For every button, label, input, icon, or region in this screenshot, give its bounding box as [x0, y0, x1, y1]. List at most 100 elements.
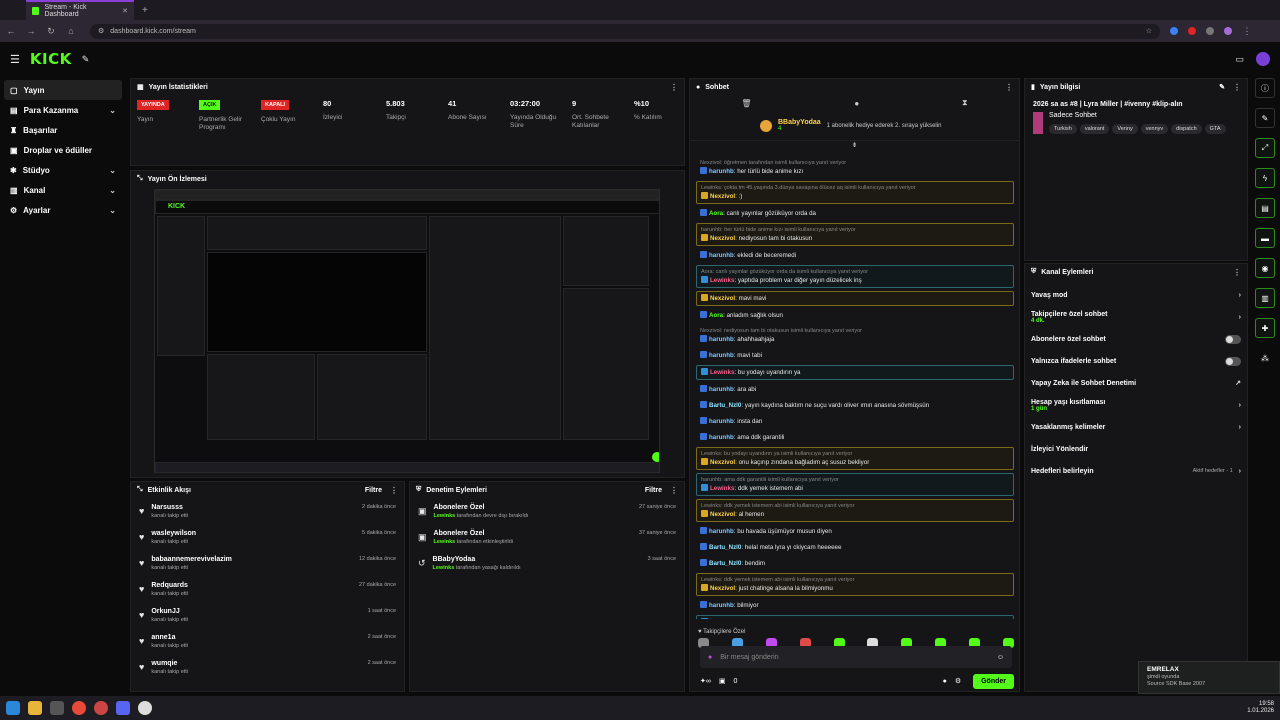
- chat-message[interactable]: harunhb: ama ddk garantili isimli kullan…: [696, 473, 1014, 496]
- chat-message[interactable]: Lewinks: bu yodayı uyandırın ya isimli k…: [696, 447, 1014, 470]
- browser-menu-icon[interactable]: ⋮: [1242, 26, 1252, 37]
- new-tab-icon[interactable]: +: [142, 5, 148, 16]
- channel-action-row[interactable]: Yalnızca ifadelerle sohbet: [1025, 350, 1247, 372]
- sidebar-item-para-kazanma[interactable]: ▤ Para Kazanma ⌄: [4, 100, 122, 120]
- chat-message[interactable]: harunhb: ama ddk garantili: [696, 431, 1014, 444]
- stream-preview-video[interactable]: KICK: [154, 189, 660, 473]
- stream-tag[interactable]: GTA: [1204, 124, 1226, 134]
- site-info-icon[interactable]: ⚙: [98, 27, 104, 35]
- chat-message[interactable]: Nexzivol: nediyosun tam bi otakusun isim…: [696, 325, 1014, 346]
- external-link-icon[interactable]: ↗: [1235, 379, 1241, 387]
- chat-username[interactable]: Lewinks: [710, 369, 734, 376]
- activity-row[interactable]: ♥ babaannemerevivelazim kanalı takip etti 1…: [131, 550, 404, 576]
- activity-username[interactable]: wumqie: [151, 660, 188, 667]
- collapse-pin-icon[interactable]: ⇟: [690, 141, 1019, 153]
- chat-username[interactable]: harunhb: [709, 418, 734, 425]
- channel-action-row[interactable]: Yapay Zeka ile Sohbet Denetimi ↗: [1025, 372, 1247, 394]
- broadcast-signal-icon[interactable]: ◉: [1255, 258, 1275, 278]
- sidebar-item-basarilar[interactable]: ♜ Başarılar: [4, 120, 122, 140]
- user-avatar[interactable]: [1256, 52, 1270, 66]
- chat-username[interactable]: Bartu_Nzl0: [709, 560, 741, 567]
- activity-username[interactable]: anne1a: [151, 634, 188, 641]
- extension-icon[interactable]: [1170, 27, 1178, 35]
- obs-icon[interactable]: [138, 701, 152, 715]
- moderator-name[interactable]: Lewinks: [434, 513, 456, 519]
- channel-action-row[interactable]: Yavaş mod ›: [1025, 284, 1247, 306]
- stream-tag[interactable]: Turkish: [1049, 124, 1077, 134]
- activity-username[interactable]: Narsusss: [151, 504, 188, 511]
- chat-message[interactable]: Nexzivol: mavi mavi: [696, 291, 1014, 306]
- layout-icon[interactable]: ▥: [1255, 288, 1275, 308]
- moderator-name[interactable]: Lewinks: [434, 539, 456, 545]
- address-bar[interactable]: ⚙ dashboard.kick.com/stream ☆: [90, 23, 1160, 39]
- bookmark-star-icon[interactable]: ☆: [1146, 27, 1152, 35]
- extension-icon[interactable]: [1188, 27, 1196, 35]
- hourglass-icon[interactable]: ⧗: [962, 98, 968, 108]
- chat-username[interactable]: harunhb: [709, 434, 734, 441]
- steam-notification[interactable]: EMRELAX şimdi oyunda Source SDK Base 200…: [1138, 661, 1280, 694]
- chat-bubble-icon[interactable]: ▬: [1255, 228, 1275, 248]
- chat-message[interactable]: Nexzivol: öğretmen tarafından isimli kul…: [696, 157, 1014, 178]
- chat-username[interactable]: harunhb: [709, 352, 734, 359]
- chat-reply-context[interactable]: Lewinks: çokta tm 45.yaşında 3.dünya sav…: [701, 184, 1009, 192]
- moderator-name[interactable]: Lewinks: [433, 565, 455, 571]
- chat-username[interactable]: harunhb: [709, 336, 734, 343]
- more-icon[interactable]: ⋮: [1233, 83, 1241, 92]
- sidebar-item-ayarlar[interactable]: ⚙ Ayarlar ⌄: [4, 200, 122, 220]
- chat-message[interactable]: Bartu_Nzl0: bendim: [696, 557, 1014, 570]
- document-icon[interactable]: ▤: [1255, 198, 1275, 218]
- edit-icon[interactable]: ✎: [1219, 83, 1225, 91]
- terminal-icon[interactable]: [50, 701, 64, 715]
- chat-message[interactable]: Aora: anladım sağlık olsun: [696, 309, 1014, 322]
- channel-action-row[interactable]: Abonelere özel sohbet: [1025, 328, 1247, 350]
- mic-icon[interactable]: ●: [708, 654, 712, 661]
- chat-username[interactable]: Lewinks: [710, 485, 734, 492]
- chat-reply-context[interactable]: Nexzivol: nediyosun tam bi otakusun isim…: [700, 327, 1010, 335]
- chevron-right-icon[interactable]: ›: [1239, 468, 1241, 475]
- kick-logo[interactable]: KICK: [30, 50, 72, 68]
- channel-action-row[interactable]: Hesap yaşı kısıtlaması 1 gün ›: [1025, 394, 1247, 416]
- chat-username[interactable]: harunhb: [709, 528, 734, 535]
- chat-username[interactable]: Aora: [709, 312, 723, 319]
- points-icon[interactable]: ✦∞: [700, 677, 711, 685]
- chat-username[interactable]: Bartu_Nzl0: [709, 544, 741, 551]
- fullscreen-icon[interactable]: ⤢: [1255, 138, 1275, 158]
- chat-reply-context[interactable]: Nexzivol: öğretmen tarafından isimli kul…: [700, 159, 1010, 167]
- discord-icon[interactable]: [116, 701, 130, 715]
- stream-tag[interactable]: Venny: [1112, 124, 1138, 134]
- dots-icon[interactable]: ⁂: [1255, 348, 1275, 368]
- toggle-switch[interactable]: [1225, 356, 1241, 366]
- more-icon[interactable]: ⋮: [670, 486, 678, 495]
- activity-username[interactable]: wasleywilson: [151, 530, 196, 537]
- chat-message[interactable]: Lewinks: ddk yemek istemem abi isimli ku…: [696, 499, 1014, 522]
- chat-reply-context[interactable]: Aora: canlı yayınlar gözüküyor orda da i…: [701, 268, 1009, 276]
- chevron-right-icon[interactable]: ›: [1239, 424, 1241, 431]
- chat-username[interactable]: Lewinks: [710, 277, 734, 284]
- back-icon[interactable]: ←: [6, 26, 16, 36]
- more-icon[interactable]: ⋮: [390, 486, 398, 495]
- hamburger-menu-icon[interactable]: ☰: [10, 53, 20, 66]
- chat-message[interactable]: harunhb: ara abi: [696, 383, 1014, 396]
- sidebar-item-droplar[interactable]: ▣ Droplar ve ödüller: [4, 140, 122, 160]
- chat-message[interactable]: Aora: canlı yayınlar gözüküyor orda da: [696, 207, 1014, 220]
- moderation-row[interactable]: ↺ BBabyYodaa Lewinks tarafından yasağı kal…: [410, 550, 684, 576]
- chat-reply-context[interactable]: Lewinks: ddk yemek istemem abi isimli ku…: [701, 502, 1009, 510]
- chrome-icon[interactable]: [72, 701, 86, 715]
- send-button[interactable]: Gönder: [973, 673, 1014, 689]
- channel-action-row[interactable]: Hedefleri belirleyin Aktif hedefler - 1 ›: [1025, 460, 1247, 482]
- filter-button[interactable]: Filtre: [365, 487, 382, 494]
- reload-icon[interactable]: ↻: [46, 26, 56, 37]
- chat-message[interactable]: Lewinks: ya yok: [696, 615, 1014, 619]
- activity-row[interactable]: ♥ wumqie kanalı takip etti 2 saat önce: [131, 654, 404, 680]
- home-icon[interactable]: ⌂: [66, 26, 76, 36]
- sidebar-item-kanal[interactable]: ▥ Kanal ⌄: [4, 180, 122, 200]
- chevron-right-icon[interactable]: ›: [1239, 314, 1241, 321]
- channel-action-row[interactable]: Takipçilere özel sohbet 4 dk. ›: [1025, 306, 1247, 328]
- chat-bubble-icon[interactable]: ●: [854, 99, 859, 108]
- chat-users-icon[interactable]: ●: [943, 678, 947, 685]
- browser-tab[interactable]: Stream - Kick Dashboard ✕: [26, 0, 134, 20]
- chat-message[interactable]: harunhb: insta dan: [696, 415, 1014, 428]
- chat-reply-context[interactable]: Lewinks: bu yodayı uyandırın ya isimli k…: [701, 450, 1009, 458]
- activity-row[interactable]: ♥ wasleywilson kanalı takip etti 5 dakika ö…: [131, 524, 404, 550]
- app-icon[interactable]: [94, 701, 108, 715]
